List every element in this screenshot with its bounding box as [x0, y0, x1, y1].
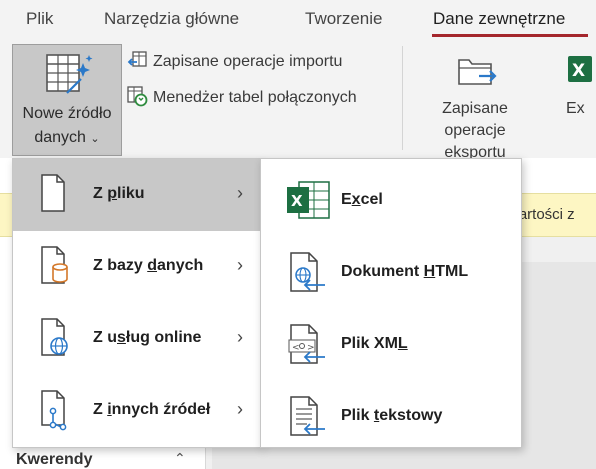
ribbon-separator: [402, 46, 403, 150]
menu-item-from-file[interactable]: Z pliku ›: [13, 159, 261, 231]
saved-exports-label-line1: Zapisane: [442, 100, 508, 117]
html-document-icon: [285, 251, 331, 300]
linked-table-manager-label: Menedżer tabel połączonych: [153, 89, 357, 106]
linked-table-manager-button[interactable]: Menedżer tabel połączonych: [126, 85, 357, 112]
svg-text:<: <: [292, 343, 300, 353]
chevron-right-icon: ›: [237, 255, 243, 275]
tab-home[interactable]: Narzędzia główne: [104, 9, 239, 29]
new-data-source-button[interactable]: Nowe źródło danych ⌄: [12, 44, 122, 156]
tab-create[interactable]: Tworzenie: [305, 9, 382, 29]
file-icon: [39, 173, 67, 218]
menu-item-from-database[interactable]: Z bazy danych ›: [13, 231, 261, 303]
saved-imports-button[interactable]: Zapisane operacje importu: [126, 50, 342, 74]
new-source-menu: Z pliku › Z bazy danych › Z usług online: [12, 158, 262, 448]
collapse-chevron-icon[interactable]: ⌃: [174, 450, 186, 467]
submenu-item-excel[interactable]: X Excel: [261, 165, 521, 237]
linked-table-manager-icon: [126, 85, 148, 112]
svg-text:X: X: [291, 192, 303, 210]
excel-export-icon: X: [566, 50, 596, 98]
network-file-icon: [39, 389, 71, 438]
menu-item-from-online-services[interactable]: Z usług online ›: [13, 303, 261, 375]
ribbon: Nowe źródło danych ⌄ Zapisane operacje i…: [0, 40, 596, 161]
excel-export-label: Ex: [566, 100, 585, 117]
tab-file[interactable]: Plik: [26, 9, 53, 29]
chevron-down-icon: ⌄: [90, 133, 100, 145]
tab-external-data[interactable]: Dane zewnętrzne: [433, 9, 565, 29]
chevron-right-icon: ›: [237, 399, 243, 419]
new-source-label-line1: Nowe źródło: [22, 105, 112, 122]
chevron-right-icon: ›: [237, 183, 243, 203]
globe-file-icon: [39, 317, 71, 362]
menu-item-from-other-sources[interactable]: Z innych źródeł ›: [13, 375, 261, 447]
xml-document-icon: < >: [285, 323, 331, 372]
saved-imports-icon: [126, 50, 148, 75]
saved-imports-label: Zapisane operacje importu: [153, 53, 343, 70]
active-tab-indicator: [432, 34, 588, 37]
excel-export-button[interactable]: X Ex: [566, 50, 596, 120]
svg-text:X: X: [572, 61, 585, 81]
text-document-icon: [285, 395, 331, 444]
chevron-right-icon: ›: [237, 327, 243, 347]
new-source-label-line2: danych: [34, 129, 86, 146]
svg-text:>: >: [307, 343, 315, 353]
database-file-icon: [39, 245, 71, 290]
folder-arrow-icon: [412, 50, 538, 98]
nav-pane-group-title[interactable]: Kwerendy: [16, 451, 92, 469]
from-file-submenu: X Excel Dokument HTML < > Plik XML Plik …: [260, 158, 522, 448]
excel-icon: X: [285, 179, 331, 226]
ribbon-tabs: Plik Narzędzia główne Tworzenie Dane zew…: [0, 0, 596, 40]
submenu-item-text-file[interactable]: Plik tekstowy: [261, 381, 521, 453]
submenu-item-html-document[interactable]: Dokument HTML: [261, 237, 521, 309]
submenu-item-xml-file[interactable]: < > Plik XML: [261, 309, 521, 381]
saved-exports-button[interactable]: Zapisane operacje eksportu: [412, 50, 538, 164]
table-sparkle-icon: [45, 53, 95, 102]
